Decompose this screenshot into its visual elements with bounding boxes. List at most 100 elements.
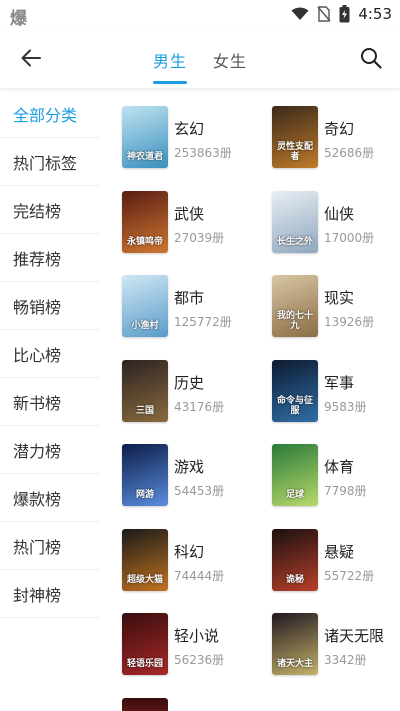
- category-book-count: 3342册: [324, 653, 367, 667]
- category-book-count: 74444册: [174, 568, 225, 583]
- category-card[interactable]: 小渔村 都市 125772册: [106, 267, 251, 337]
- app-notification-icon: 爆: [10, 9, 27, 29]
- book-cover-title: 我的七十九: [276, 311, 313, 331]
- sidebar-item-bixin[interactable]: 比心榜: [0, 330, 100, 378]
- category-card[interactable]: 我的七十九 现实 13926册: [256, 267, 400, 337]
- status-bar: 爆 4:53: [0, 0, 400, 29]
- sidebar-item-bestseller[interactable]: 畅销榜: [0, 282, 100, 330]
- sidebar-item-label: 热门标签: [13, 153, 78, 173]
- wifi-icon: [291, 7, 309, 20]
- category-card[interactable]: 命令与征服 军事 9583册: [256, 352, 400, 422]
- category-name: 军事: [324, 373, 355, 392]
- category-name: 奇幻: [324, 120, 355, 138]
- category-name: 都市: [174, 289, 205, 307]
- category-book-count: 13926册: [324, 315, 375, 329]
- category-book-count: 253863册: [174, 146, 232, 160]
- category-name: 诸天无限: [324, 627, 385, 645]
- tab-female[interactable]: 女生: [213, 28, 247, 88]
- sidebar-item-recommended[interactable]: 推荐榜: [0, 234, 100, 282]
- book-cover-title: 三国: [135, 405, 154, 416]
- clock: 4:53: [358, 5, 392, 23]
- book-cover-title: 命令与征服: [276, 395, 313, 416]
- book-cover: 命令与征服: [272, 359, 318, 422]
- sidebar-item-label: 爆款榜: [13, 489, 62, 509]
- book-cover: 神农道君: [122, 106, 168, 168]
- book-cover-title: 神农道君: [126, 152, 163, 162]
- book-cover: 诡秘: [272, 528, 318, 591]
- category-card[interactable]: 三国 历史 43176册: [106, 352, 251, 422]
- category-book-count: 55722册: [324, 568, 375, 583]
- book-cover: 灵性支配者: [272, 106, 318, 168]
- category-card[interactable]: 轻语乐园 轻小说 56236册: [106, 605, 251, 675]
- sidebar-item-all-categories[interactable]: 全部分类: [0, 90, 100, 138]
- tab-male[interactable]: 男生: [153, 28, 187, 88]
- category-book-count: 7798册: [324, 484, 367, 498]
- book-cover: 超级大猫: [122, 528, 168, 591]
- category-card[interactable]: 永镇鸣帝 武侠 27039册: [106, 183, 251, 253]
- category-card[interactable]: 超级大猫 科幻 74444册: [106, 521, 251, 591]
- search-icon: [361, 48, 382, 69]
- search-button[interactable]: [358, 45, 384, 71]
- sidebar-item-label: 推荐榜: [13, 249, 62, 269]
- sidebar-item-potential[interactable]: 潜力榜: [0, 426, 100, 474]
- category-card[interactable]: 神农道君 玄幻 253863册: [106, 98, 251, 168]
- tab-male-label: 男生: [153, 52, 188, 71]
- category-card[interactable]: 诸天大主 诸天无限 3342册: [256, 605, 400, 675]
- sidebar-item-completed[interactable]: 完结榜: [0, 186, 100, 234]
- back-button[interactable]: [18, 45, 44, 71]
- book-cover: [122, 698, 168, 711]
- sidebar-item-label: 潜力榜: [13, 441, 62, 461]
- category-book-count: 43176册: [174, 399, 225, 414]
- sidebar-item-label: 比心榜: [13, 345, 62, 365]
- book-cover-title: 诸天大主: [276, 659, 313, 669]
- sidebar-item-hot[interactable]: 热门榜: [0, 522, 100, 570]
- ranking-sidebar: 全部分类 热门标签 完结榜 推荐榜 畅销榜 比心榜 新书榜 潜力榜 爆款榜 热门…: [0, 90, 100, 711]
- category-book-count: 9583册: [324, 399, 367, 414]
- category-card[interactable]: 灵性支配者 奇幻 52686册: [256, 98, 400, 168]
- book-cover: 轻语乐园: [122, 613, 168, 675]
- book-cover-title: 长生之外: [276, 236, 313, 247]
- tab-female-label: 女生: [213, 52, 248, 71]
- category-name: 玄幻: [174, 120, 205, 138]
- category-card[interactable]: 长生之外 仙侠 17000册: [256, 183, 400, 253]
- sidebar-item-label: 封神榜: [13, 585, 62, 605]
- no-sim-icon: [317, 6, 331, 22]
- active-tab-indicator: [153, 81, 187, 84]
- book-cover-title: 超级大猫: [126, 574, 163, 585]
- category-name: 游戏: [174, 458, 205, 476]
- sidebar-item-legend[interactable]: 封神榜: [0, 570, 100, 618]
- category-name: 仙侠: [324, 204, 355, 223]
- category-card[interactable]: 诡秘 悬疑 55722册: [256, 521, 400, 591]
- category-name: 体育: [324, 458, 355, 476]
- category-book-count: 54453册: [174, 484, 225, 498]
- book-cover: 诸天大主: [272, 613, 318, 675]
- category-name: 轻小说: [174, 627, 220, 645]
- category-book-count: 17000册: [324, 230, 375, 245]
- book-cover: 小渔村: [122, 275, 168, 337]
- category-name: 武侠: [174, 204, 205, 223]
- category-name: 历史: [174, 373, 205, 392]
- category-card[interactable]: 网游 游戏 54453册: [106, 436, 251, 506]
- category-name: 科幻: [174, 542, 205, 561]
- category-book-count: 27039册: [174, 230, 225, 245]
- book-cover-title: 灵性支配者: [276, 142, 313, 162]
- category-name: 现实: [324, 289, 355, 307]
- gender-tabs: 男生 女生: [0, 28, 400, 88]
- book-cover: 永镇鸣帝: [122, 190, 168, 253]
- sidebar-item-label: 全部分类: [13, 105, 78, 125]
- book-cover-title: 轻语乐园: [126, 659, 163, 669]
- sidebar-item-hot-tags[interactable]: 热门标签: [0, 138, 100, 186]
- category-card[interactable]: 足球 体育 7798册: [256, 436, 400, 506]
- book-cover-title: 网游: [135, 490, 154, 500]
- book-cover-title: 永镇鸣帝: [126, 236, 163, 247]
- book-cover: 三国: [122, 359, 168, 422]
- book-cover-title: 足球: [285, 490, 304, 500]
- sidebar-item-label: 畅销榜: [13, 297, 62, 317]
- sidebar-item-new-books[interactable]: 新书榜: [0, 378, 100, 426]
- arrow-left-icon: [21, 49, 41, 67]
- battery-charging-icon: [339, 5, 350, 23]
- category-book-count: 52686册: [324, 146, 375, 160]
- book-cover: 我的七十九: [272, 275, 318, 337]
- sidebar-item-label: 新书榜: [13, 393, 62, 413]
- sidebar-item-viral[interactable]: 爆款榜: [0, 474, 100, 522]
